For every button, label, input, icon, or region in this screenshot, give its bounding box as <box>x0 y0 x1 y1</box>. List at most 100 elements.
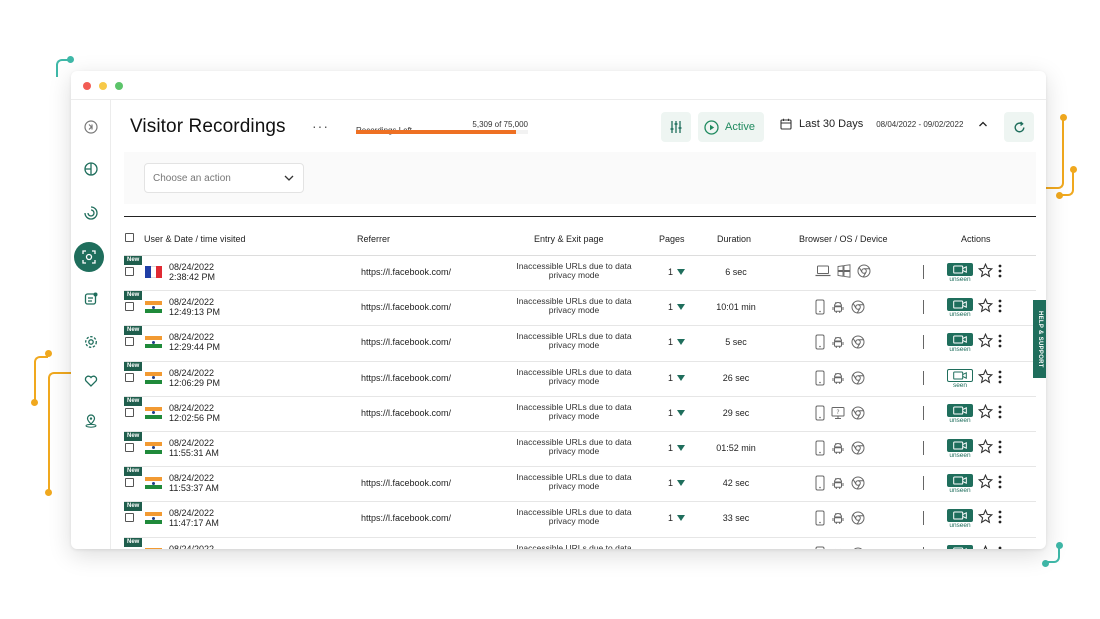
surveys-icon[interactable] <box>79 287 103 311</box>
visit-datetime: 08/24/2022 11:53:37 AM <box>169 473 219 493</box>
location-icon[interactable] <box>79 409 103 433</box>
chrome-icon <box>851 511 865 527</box>
row-checkbox[interactable] <box>125 548 134 549</box>
play-recording-button[interactable]: unseen <box>947 403 973 426</box>
maximize-window-button[interactable] <box>115 82 123 90</box>
kebab-menu-icon[interactable] <box>998 510 1002 526</box>
recording-status-label: unseen <box>949 451 971 459</box>
pages-dropdown[interactable]: 1 <box>668 443 686 453</box>
play-recording-button[interactable]: unseen <box>947 298 973 320</box>
column-header-pages[interactable]: Pages <box>659 234 685 244</box>
new-badge: New <box>124 431 143 441</box>
kebab-menu-icon[interactable] <box>998 405 1002 421</box>
kebab-menu-icon[interactable] <box>998 475 1002 491</box>
row-checkbox[interactable] <box>125 442 134 452</box>
star-icon[interactable] <box>977 333 994 350</box>
play-recording-button[interactable]: unseen <box>947 544 973 549</box>
referrer-link[interactable]: https://l.facebook.com/ <box>361 513 451 523</box>
help-support-tab[interactable]: HELP & SUPPORT <box>1033 300 1046 378</box>
star-icon[interactable] <box>977 473 994 491</box>
pages-count: 1 <box>668 267 674 277</box>
kebab-menu-icon[interactable] <box>998 264 1002 280</box>
play-recording-button[interactable]: unseen <box>947 438 973 461</box>
table-row[interactable]: New 08/24/2022 11:55:31 AM Inaccessible URL… <box>124 431 1036 468</box>
recordings-progress-fill <box>356 130 516 134</box>
mobile-icon <box>815 546 825 549</box>
kebab-menu-icon[interactable] <box>998 546 1002 550</box>
active-status-button[interactable]: Active <box>698 112 764 142</box>
referrer-link[interactable]: https://l.facebook.com/ <box>361 408 451 418</box>
table-row[interactable]: New 08/24/2022 12:06:29 PM https://l.facebo… <box>124 361 1036 397</box>
visit-datetime: 08/24/2022 <box>169 544 214 550</box>
referrer-link[interactable]: https://l.facebook.com/ <box>361 267 451 277</box>
star-icon[interactable] <box>978 544 993 549</box>
table-row[interactable]: New 08/24/2022 11:53:37 AM https://l.facebo… <box>124 467 1036 503</box>
sidebar-collapse-icon[interactable] <box>79 115 103 139</box>
pages-dropdown[interactable]: 1 <box>668 373 686 383</box>
pages-dropdown[interactable]: 1 <box>668 267 686 277</box>
row-checkbox[interactable] <box>125 407 134 417</box>
column-header-referrer[interactable]: Referrer <box>357 234 390 244</box>
kebab-menu-icon[interactable] <box>998 299 1002 315</box>
india-flag-icon <box>145 441 162 454</box>
referrer-link[interactable]: https://l.facebook.com/ <box>361 478 451 488</box>
table-row[interactable]: New 08/24/2022 12:02:56 PM https://l.facebo… <box>124 396 1036 432</box>
main-content: Visitor Recordings ··· Recordings Left 5… <box>112 100 1046 549</box>
date-range-picker[interactable]: Last 30 Days 08/04/2022 - 09/02/2022 <box>780 118 988 130</box>
heatmap-icon[interactable] <box>79 157 103 181</box>
recordings-icon[interactable] <box>74 242 104 272</box>
column-header-user-date[interactable]: User & Date / time visited <box>144 234 246 244</box>
referrer-link[interactable]: https://l.facebook.com/ <box>361 302 451 312</box>
column-header-browser-os-device[interactable]: Browser / OS / Device <box>799 234 888 244</box>
filter-button[interactable] <box>661 112 691 142</box>
india-flag-icon <box>145 336 162 349</box>
settings-icon[interactable] <box>79 330 103 354</box>
refresh-button[interactable] <box>1004 112 1034 142</box>
column-header-actions[interactable]: Actions <box>961 234 991 244</box>
select-all-checkbox[interactable] <box>125 233 134 242</box>
row-checkbox[interactable] <box>125 513 134 523</box>
play-recording-button[interactable]: unseen <box>947 474 973 496</box>
pages-dropdown[interactable]: 1 <box>668 408 686 418</box>
pages-dropdown[interactable]: 1 <box>668 302 686 312</box>
row-checkbox[interactable] <box>125 478 134 488</box>
close-window-button[interactable] <box>83 82 91 90</box>
star-icon[interactable] <box>977 368 994 386</box>
more-options-button[interactable]: ··· <box>312 118 329 134</box>
row-checkbox[interactable] <box>125 267 134 276</box>
pages-dropdown[interactable]: 1 <box>668 513 686 523</box>
column-header-duration[interactable]: Duration <box>717 234 751 244</box>
scroll-map-icon[interactable] <box>79 201 103 225</box>
row-checkbox[interactable] <box>125 302 134 312</box>
star-icon[interactable] <box>977 438 994 456</box>
minimize-window-button[interactable] <box>99 82 107 90</box>
star-icon[interactable] <box>977 403 994 421</box>
row-checkbox[interactable] <box>125 372 134 382</box>
choose-action-select[interactable]: Choose an action <box>144 163 304 193</box>
play-recording-button[interactable]: unseen <box>947 263 973 285</box>
play-recording-button[interactable]: unseen <box>947 509 973 531</box>
table-row[interactable]: New 08/24/2022 Inaccessible URLs due to da… <box>124 537 1036 550</box>
referrer-link[interactable]: https://l.facebook.com/ <box>361 337 451 347</box>
kebab-menu-icon[interactable] <box>998 440 1002 456</box>
mobile-icon <box>815 510 825 528</box>
android-icon <box>831 300 845 316</box>
kebab-menu-icon[interactable] <box>998 370 1002 386</box>
row-checkbox[interactable] <box>125 337 134 347</box>
kebab-menu-icon[interactable] <box>998 334 1002 350</box>
pages-dropdown[interactable]: 1 <box>668 478 686 488</box>
pages-dropdown[interactable]: 1 <box>668 337 686 347</box>
column-header-entry-exit[interactable]: Entry & Exit page <box>534 234 604 244</box>
star-icon[interactable] <box>977 509 994 526</box>
star-icon[interactable] <box>977 297 994 315</box>
video-camera-icon <box>947 438 973 452</box>
table-row[interactable]: New 08/24/2022 12:29:44 PM https://l.facebo… <box>124 326 1036 362</box>
play-recording-button[interactable]: unseen <box>947 333 973 355</box>
star-icon[interactable] <box>977 262 994 280</box>
referrer-link[interactable]: https://l.facebook.com/ <box>361 373 451 383</box>
table-row[interactable]: New 08/24/2022 2:38:42 PM https://l.faceboo… <box>124 256 1036 292</box>
play-recording-button[interactable]: seen <box>947 368 973 391</box>
table-row[interactable]: New 08/24/2022 11:47:17 AM https://l.facebo… <box>124 502 1036 538</box>
table-row[interactable]: New 08/24/2022 12:49:13 PM https://l.facebo… <box>124 291 1036 327</box>
favorites-icon[interactable] <box>79 369 103 393</box>
